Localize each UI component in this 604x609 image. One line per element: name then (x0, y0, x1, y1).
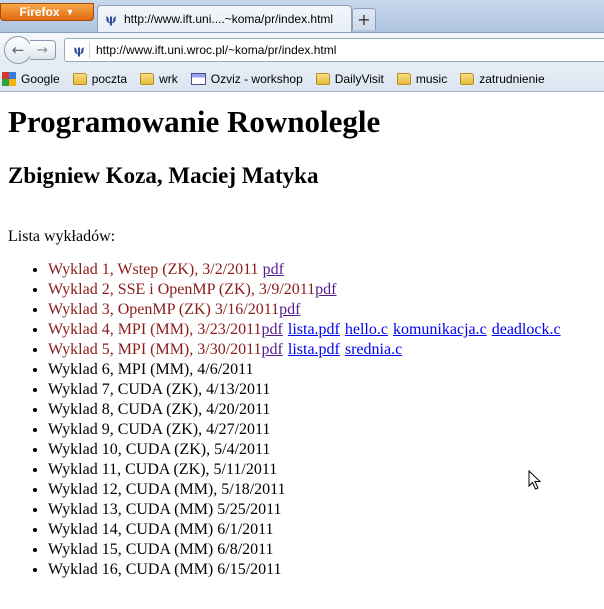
bookmarks-toolbar: Google poczta wrk Ozviz - workshop Daily… (0, 66, 604, 92)
page-content: Programowanie Rownolegle Zbigniew Koza, … (8, 92, 604, 580)
lecture-text: Wyklad 8, CUDA (ZK), 4/20/2011 (48, 401, 271, 418)
bookmark-folder-dailyvisit[interactable]: DailyVisit (315, 71, 384, 86)
site-identity-icon[interactable]: ψ (69, 41, 90, 59)
lecture-text: Wyklad 15, CUDA (MM) 6/8/2011 (48, 541, 274, 558)
lecture-item: Wyklad 9, CUDA (ZK), 4/27/2011 (48, 420, 604, 440)
folder-icon (460, 72, 475, 85)
lecture-file-link[interactable]: pdf (263, 261, 284, 278)
bookmark-label: DailyVisit (334, 71, 384, 86)
plus-icon: + (357, 10, 371, 29)
lecture-text: Wyklad 13, CUDA (MM) 5/25/2011 (48, 501, 282, 518)
address-bar[interactable]: ψ http://www.ift.uni.wroc.pl/~koma/pr/in… (64, 38, 604, 62)
bookmark-label: music (415, 71, 448, 86)
bookmark-label: poczta (91, 71, 128, 86)
lecture-text: Wyklad 12, CUDA (MM), 5/18/2011 (48, 481, 286, 498)
lecture-file-link[interactable]: komunikacja.c (393, 321, 487, 338)
lecture-text: Wyklad 4, MPI (MM), 3/23/2011 (48, 321, 262, 338)
tab-title: http://www.ift.uni....~koma/pr/index.htm… (124, 12, 334, 26)
lecture-file-link[interactable]: pdf (262, 321, 283, 338)
lecture-text: Wyklad 11, CUDA (ZK), 5/11/2011 (48, 461, 278, 478)
lecture-item: Wyklad 12, CUDA (MM), 5/18/2011 (48, 480, 604, 500)
tab-current[interactable]: ψ http://www.ift.uni....~koma/pr/index.h… (97, 5, 352, 32)
forward-button[interactable]: → (30, 40, 56, 60)
lecture-item: Wyklad 5, MPI (MM), 3/30/2011pdf lista.pd… (48, 340, 604, 360)
lecture-item: Wyklad 10, CUDA (ZK), 5/4/2011 (48, 440, 604, 460)
page-title: Programowanie Rownolegle (8, 104, 381, 139)
lecture-text: Wyklad 16, CUDA (MM) 6/15/2011 (48, 561, 282, 578)
bookmark-label: wrk (159, 71, 178, 86)
lecture-list: Wyklad 1, Wstep (ZK), 3/2/2011 pdfWyklad… (8, 260, 604, 580)
bookmark-folder-zatrudnienie[interactable]: zatrudnienie (460, 71, 545, 86)
firefox-menu-label: Firefox (19, 5, 60, 19)
folder-icon (315, 72, 330, 85)
lecture-file-link[interactable]: pdf (279, 301, 300, 318)
lecture-text: Wyklad 9, CUDA (ZK), 4/27/2011 (48, 421, 271, 438)
bookmark-google[interactable]: Google (2, 71, 60, 86)
new-tab-button[interactable]: + (352, 8, 376, 30)
lecture-file-link[interactable]: hello.c (345, 321, 388, 338)
lecture-item: Wyklad 16, CUDA (MM) 6/15/2011 (48, 560, 604, 580)
title-bar: Firefox ▼ ψ http://www.ift.uni....~koma/… (0, 0, 604, 32)
folder-icon (72, 72, 87, 85)
lecture-file-link[interactable]: srednia.c (345, 341, 402, 358)
chevron-down-icon: ▼ (65, 7, 75, 17)
bookmark-label: Google (21, 71, 60, 86)
lecture-text: Wyklad 7, CUDA (ZK), 4/13/2011 (48, 381, 271, 398)
back-button[interactable]: ← (4, 36, 32, 64)
ozviz-icon (190, 72, 206, 85)
lecture-text: Wyklad 3, OpenMP (ZK) 3/16/2011 (48, 301, 280, 318)
bookmark-folder-poczta[interactable]: poczta (72, 71, 128, 86)
lecture-item: Wyklad 14, CUDA (MM) 6/1/2011 (48, 520, 604, 540)
firefox-menu-button[interactable]: Firefox ▼ (0, 3, 94, 21)
lecture-text: Wyklad 14, CUDA (MM) 6/1/2011 (48, 521, 274, 538)
lecture-item: Wyklad 2, SSE i OpenMP (ZK), 3/9/2011pdf (48, 280, 604, 300)
lecture-item: Wyklad 4, MPI (MM), 3/23/2011pdf lista.pd… (48, 320, 604, 340)
lecture-item: Wyklad 6, MPI (MM), 4/6/2011 (48, 360, 604, 380)
lecture-item: Wyklad 8, CUDA (ZK), 4/20/2011 (48, 400, 604, 420)
lecture-item: Wyklad 3, OpenMP (ZK) 3/16/2011pdf (48, 300, 604, 320)
bookmark-folder-wrk[interactable]: wrk (140, 72, 178, 86)
site-favicon-icon: ψ (105, 12, 117, 26)
lecture-text: Wyklad 10, CUDA (ZK), 5/4/2011 (48, 441, 271, 458)
page-authors: Zbigniew Koza, Maciej Matyka (8, 163, 319, 188)
lecture-file-link[interactable]: deadlock.c (492, 321, 561, 338)
url-text[interactable]: http://www.ift.uni.wroc.pl/~koma/pr/inde… (96, 43, 336, 57)
lecture-text: Wyklad 1, Wstep (ZK), 3/2/2011 (48, 261, 263, 278)
lecture-file-link[interactable]: pdf (315, 281, 336, 298)
lecture-item: Wyklad 13, CUDA (MM) 5/25/2011 (48, 500, 604, 520)
lecture-item: Wyklad 7, CUDA (ZK), 4/13/2011 (48, 380, 604, 400)
back-arrow-icon: ← (11, 41, 25, 59)
lecture-file-link[interactable]: lista.pdf (288, 321, 340, 338)
bookmark-label: Ozviz - workshop (210, 71, 303, 86)
google-icon (2, 71, 16, 86)
lecture-text: Wyklad 5, MPI (MM), 3/30/2011 (48, 341, 262, 358)
lecture-file-link[interactable]: lista.pdf (288, 341, 340, 358)
lecture-text: Wyklad 2, SSE i OpenMP (ZK), 3/9/2011 (48, 281, 316, 298)
folder-icon (140, 72, 155, 85)
lecture-text: Wyklad 6, MPI (MM), 4/6/2011 (48, 361, 254, 378)
forward-arrow-icon: → (37, 42, 48, 58)
navigation-toolbar: ← → ψ http://www.ift.uni.wroc.pl/~koma/p… (0, 32, 604, 66)
lecture-list-label: Lista wykładów: (8, 228, 116, 245)
lecture-item: Wyklad 11, CUDA (ZK), 5/11/2011 (48, 460, 604, 480)
mouse-pointer-icon (528, 470, 542, 490)
bookmark-folder-music[interactable]: music (396, 71, 448, 86)
folder-icon (396, 72, 411, 85)
bookmark-label: zatrudnienie (479, 71, 545, 86)
lecture-file-link[interactable]: pdf (262, 341, 283, 358)
bookmark-ozviz-workshop[interactable]: Ozviz - workshop (190, 71, 303, 86)
lecture-item: Wyklad 15, CUDA (MM) 6/8/2011 (48, 540, 604, 560)
lecture-item: Wyklad 1, Wstep (ZK), 3/2/2011 pdf (48, 260, 604, 280)
